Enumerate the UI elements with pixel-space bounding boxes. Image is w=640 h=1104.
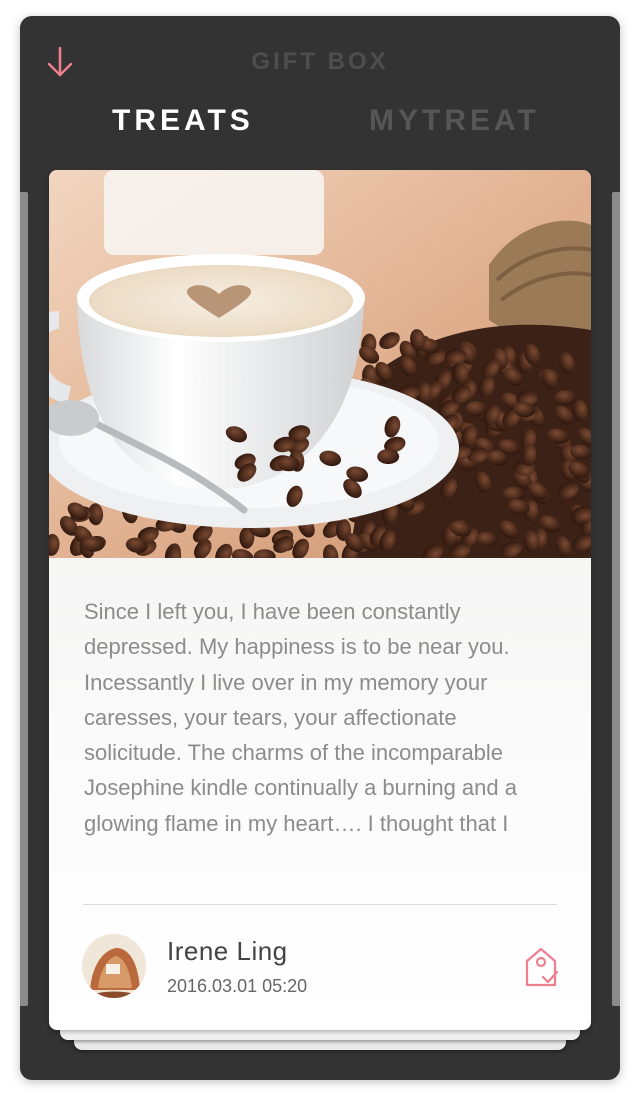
treat-card[interactable]: Since I left you, I have been constantly… bbox=[49, 170, 591, 1030]
treat-message: Since I left you, I have been constantly… bbox=[84, 599, 517, 836]
next-card-edge[interactable] bbox=[612, 192, 620, 1006]
tag-button[interactable] bbox=[521, 944, 561, 990]
app-window: GIFT BOX TREATS MYTREAT Since I left you… bbox=[20, 16, 620, 1080]
coffee-image bbox=[49, 170, 591, 558]
avatar-photo bbox=[82, 934, 146, 998]
page-title: GIFT BOX bbox=[251, 48, 389, 75]
previous-card-edge[interactable] bbox=[20, 192, 28, 1006]
tag-check-icon bbox=[525, 947, 559, 987]
tab-treats[interactable]: TREATS bbox=[112, 104, 254, 138]
author-name: Irene Ling bbox=[167, 936, 288, 966]
post-time: 2016.03.01 05:20 bbox=[167, 976, 308, 996]
divider bbox=[83, 904, 557, 905]
avatar[interactable] bbox=[82, 934, 146, 998]
tab-mytreat[interactable]: MYTREAT bbox=[369, 104, 540, 138]
